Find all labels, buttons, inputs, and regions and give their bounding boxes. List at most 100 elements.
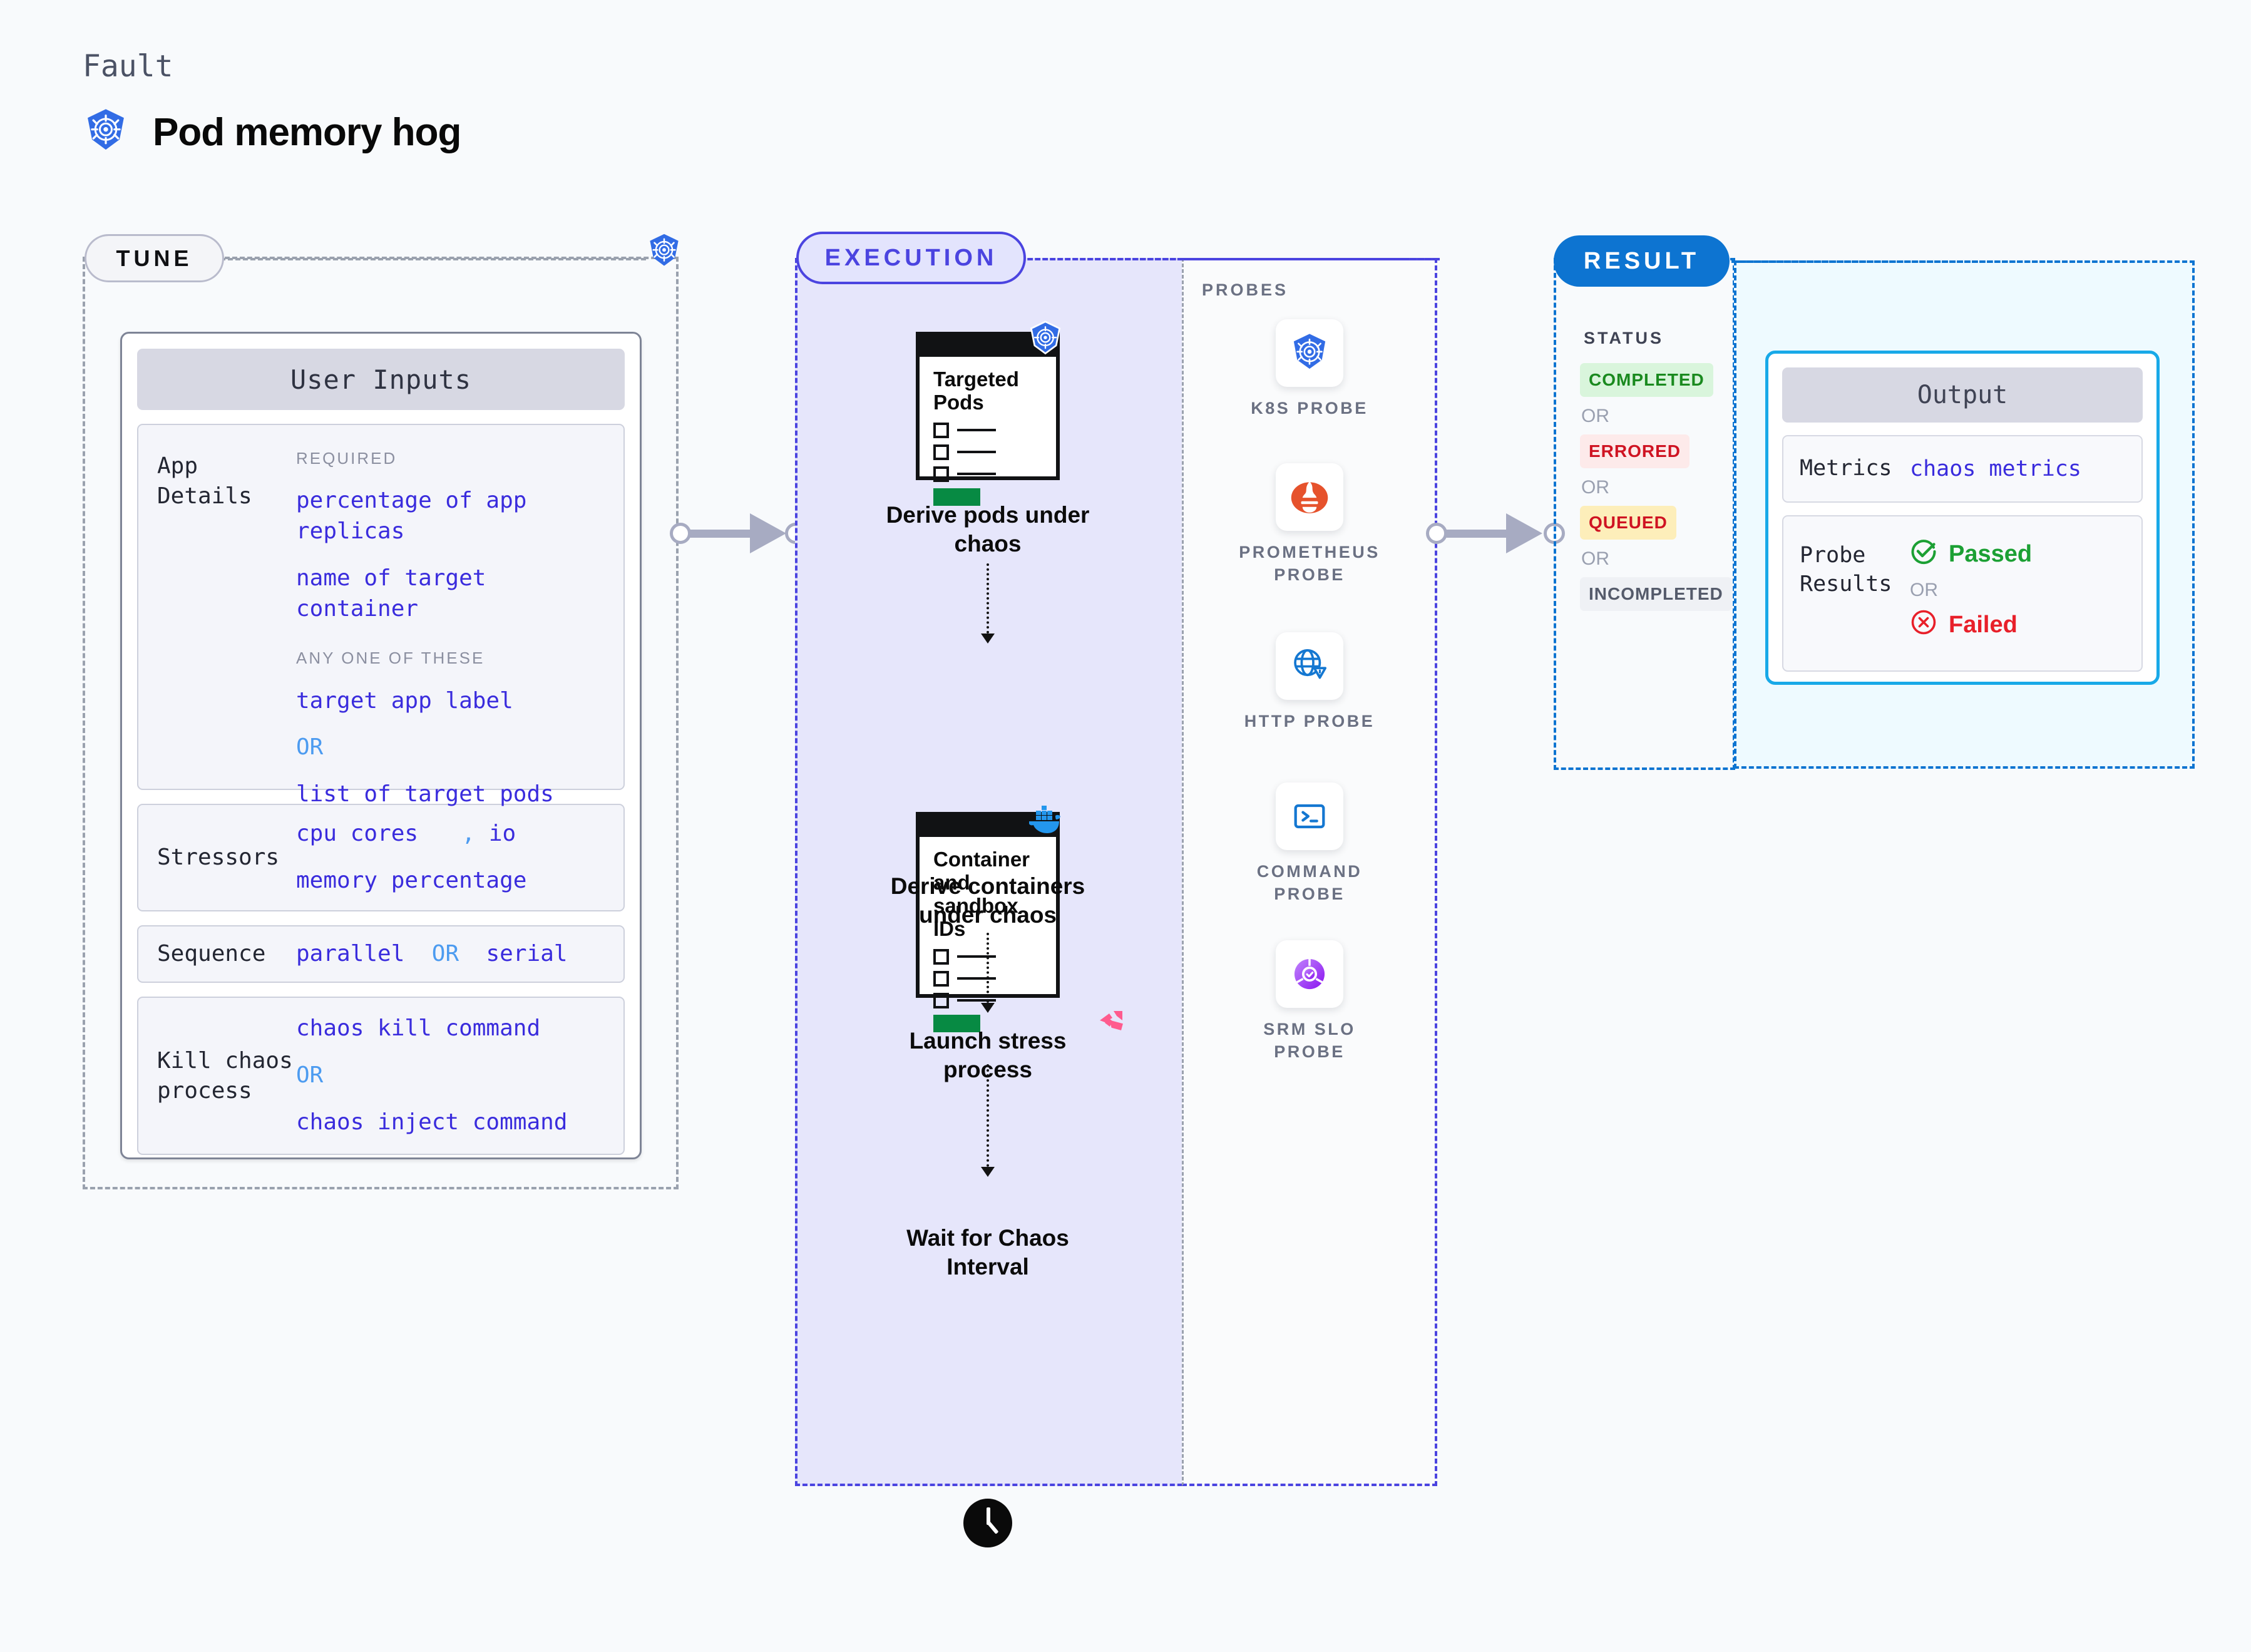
- checkbox-icon: [933, 970, 949, 987]
- probe-label: K8S PROBE: [1251, 399, 1368, 418]
- harness-icon: [1099, 1010, 1124, 1037]
- verdict-failed: Failed: [1910, 608, 2125, 642]
- input-row-values: chaos kill command OR chaos inject comma…: [296, 1013, 605, 1138]
- or-separator: OR: [1581, 406, 1609, 426]
- status-badge-incompleted: INCOMPLETED: [1580, 577, 1732, 611]
- prometheus-icon: [1276, 463, 1343, 531]
- input-row-label: Stressors: [157, 844, 280, 871]
- step-caption: Wait for Chaos Interval: [906, 1225, 1069, 1280]
- input-value: target app label: [296, 687, 513, 714]
- probe-label: PROMETHEUS PROBE: [1239, 543, 1380, 584]
- input-value: chaos kill command: [296, 1015, 541, 1042]
- result-badge-connector: [1716, 260, 2195, 263]
- status-title: STATUS: [1584, 329, 1664, 347]
- fault-title-row: Pod memory hog: [83, 108, 461, 156]
- probe-label: COMMAND PROBE: [1256, 862, 1363, 903]
- input-row-sequence: Sequence parallel OR serial: [137, 925, 625, 983]
- card-title: Targeted Pods: [933, 367, 1019, 414]
- checklist: [933, 422, 1043, 482]
- kubernetes-icon: [83, 108, 129, 156]
- tune-badge-connector: [220, 258, 646, 260]
- input-row-values: parallel OR serial: [296, 939, 605, 970]
- comma-separator: ,: [461, 821, 476, 847]
- input-value: serial: [486, 940, 568, 967]
- connector-node-start: [670, 523, 691, 544]
- checkbox-icon: [933, 444, 949, 460]
- connector-node-start: [1426, 523, 1447, 544]
- user-inputs-card: User Inputs App Details REQUIRED percent…: [120, 332, 642, 1159]
- stage-badge-execution[interactable]: EXECUTION: [796, 232, 1026, 284]
- x-circle-icon: [1910, 608, 1937, 642]
- output-card: Output Metrics chaos metrics Probe Resul…: [1765, 351, 2160, 685]
- probe-label: HTTP PROBE: [1244, 712, 1375, 731]
- or-separator: OR: [1581, 548, 1609, 569]
- status-list: COMPLETED OR ERRORED OR QUEUED OR INCOMP…: [1580, 363, 1732, 611]
- checkbox-icon: [933, 948, 949, 965]
- input-value: io: [488, 821, 516, 847]
- status-badge-queued: QUEUED: [1580, 506, 1676, 540]
- probe-k8s[interactable]: K8S PROBE: [1228, 319, 1391, 420]
- step-caption: Derive containers under chaos: [890, 873, 1085, 928]
- flow-arrow: [978, 933, 997, 1013]
- or-separator: OR: [296, 734, 324, 761]
- clock-icon: [963, 1499, 1012, 1547]
- output-title: Output: [1782, 367, 2143, 423]
- input-row-label: Sequence: [157, 941, 266, 967]
- output-row-metrics: Metrics chaos metrics: [1782, 435, 2143, 503]
- line-placeholder: [957, 429, 996, 432]
- srm-slo-icon: [1276, 940, 1343, 1008]
- probe-prometheus[interactable]: PROMETHEUS PROBE: [1228, 463, 1391, 586]
- output-row-label: Metrics: [1800, 456, 1892, 481]
- fault-kicker-label: Fault: [83, 49, 173, 84]
- line-placeholder: [957, 473, 996, 476]
- kubernetes-icon: [646, 233, 682, 272]
- probe-http[interactable]: HTTP PROBE: [1228, 632, 1391, 733]
- stage-badge-result[interactable]: RESULT: [1554, 235, 1730, 287]
- probe-label: SRM SLO PROBE: [1263, 1020, 1356, 1061]
- flow-arrow: [978, 563, 997, 644]
- output-row-probe-results: Probe Results Passed OR Failed: [1782, 515, 2143, 672]
- docker-icon: [1025, 804, 1064, 838]
- or-separator: OR: [296, 1062, 324, 1089]
- page-title: Pod memory hog: [153, 110, 461, 154]
- input-value: percentage of app replicas: [296, 488, 527, 545]
- or-separator: OR: [431, 940, 459, 967]
- flow-arrow: [978, 1064, 997, 1177]
- input-value: name of target container: [296, 565, 486, 622]
- input-value: chaos inject command: [296, 1109, 568, 1135]
- or-separator: OR: [1581, 477, 1609, 498]
- globe-warning-icon: [1276, 632, 1343, 700]
- probe-command[interactable]: COMMAND PROBE: [1228, 782, 1391, 905]
- output-row-label: Probe Results: [1800, 543, 1892, 597]
- or-separator: OR: [1910, 580, 1938, 600]
- input-row-label: Kill chaos process: [157, 1047, 293, 1104]
- hint-required: REQUIRED: [296, 449, 397, 468]
- input-value: list of target pods: [296, 781, 554, 808]
- status-badge-completed: COMPLETED: [1580, 363, 1713, 397]
- probes-title: PROBES: [1202, 280, 1289, 299]
- output-row-value: Passed OR Failed: [1910, 538, 2125, 642]
- verdict-label: Failed: [1949, 612, 2018, 638]
- checkbox-icon: [933, 422, 949, 438]
- hint-any-one-of-these: ANY ONE OF THESE: [296, 649, 485, 668]
- probe-srm-slo[interactable]: SRM SLO PROBE: [1228, 940, 1391, 1063]
- user-inputs-title: User Inputs: [137, 349, 625, 410]
- checkbox-icon: [933, 466, 949, 482]
- input-row-label: App Details: [157, 453, 252, 509]
- checkbox-icon: [933, 992, 949, 1008]
- targeted-pods-card: Targeted Pods: [916, 321, 1061, 506]
- kubernetes-icon: [1027, 321, 1064, 359]
- input-row-values: REQUIRED percentage of app replicas name…: [296, 448, 605, 810]
- status-badge-errored: ERRORED: [1580, 434, 1690, 468]
- execution-badge-connector: [1020, 258, 1440, 260]
- step-caption: Derive pods under chaos: [886, 502, 1090, 557]
- input-row-app-details: App Details REQUIRED percentage of app r…: [137, 424, 625, 807]
- input-row-values: cpu cores , io memory percentage: [296, 819, 605, 896]
- line-placeholder: [957, 451, 996, 454]
- input-value: memory percentage: [296, 868, 527, 893]
- verdict-label: Passed: [1949, 541, 2033, 567]
- terminal-icon: [1276, 782, 1343, 850]
- input-row-stressors: Stressors cpu cores , io memory percenta…: [137, 804, 625, 911]
- input-value: parallel: [296, 940, 405, 967]
- stage-badge-tune[interactable]: TUNE: [85, 234, 224, 282]
